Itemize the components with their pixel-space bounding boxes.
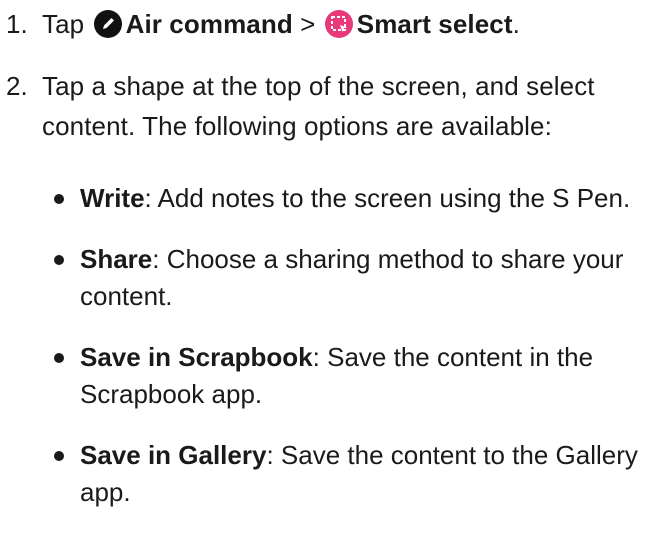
instruction-page: 1. Tap Air command > Smart select. 2. Tap … <box>0 0 662 507</box>
option-write: Write: Add notes to the screen using the… <box>52 180 652 217</box>
option-share: Share: Choose a sharing method to share … <box>52 241 652 315</box>
air-command-label: Air command <box>125 9 293 39</box>
step-prefix: Tap <box>42 9 85 39</box>
step-1: 1. Tap Air command > Smart select. <box>6 4 520 44</box>
option-term: Save in Gallery <box>80 440 267 470</box>
smart-select-label: Smart select <box>356 9 513 39</box>
step-number: 1. <box>6 9 28 39</box>
menu-separator: > <box>300 9 316 39</box>
option-save-in-gallery: Save in Gallery: Save the content to the… <box>52 437 652 511</box>
pen-circle-icon <box>93 10 122 38</box>
step-suffix: . <box>512 9 520 39</box>
step-2: 2. Tap a shape at the top of the screen, … <box>6 66 656 146</box>
bullet-dot <box>54 353 64 363</box>
options-list: Write: Add notes to the screen using the… <box>52 180 652 535</box>
option-save-in-scrapbook: Save in Scrapbook: Save the content in t… <box>52 339 652 413</box>
smart-select-icon <box>324 10 353 38</box>
option-term: Save in Scrapbook <box>80 342 313 372</box>
option-term: Write <box>80 183 145 213</box>
bullet-dot <box>54 194 64 204</box>
step-number: 2. <box>6 71 28 101</box>
option-description: : Add notes to the screen using the S Pe… <box>144 183 631 213</box>
option-description: : Choose a sharing method to share your … <box>80 244 624 311</box>
step-text: Tap a shape at the top of the screen, an… <box>42 71 595 141</box>
option-term: Share <box>80 244 153 274</box>
bullet-dot <box>54 451 64 461</box>
bullet-dot <box>54 255 64 265</box>
